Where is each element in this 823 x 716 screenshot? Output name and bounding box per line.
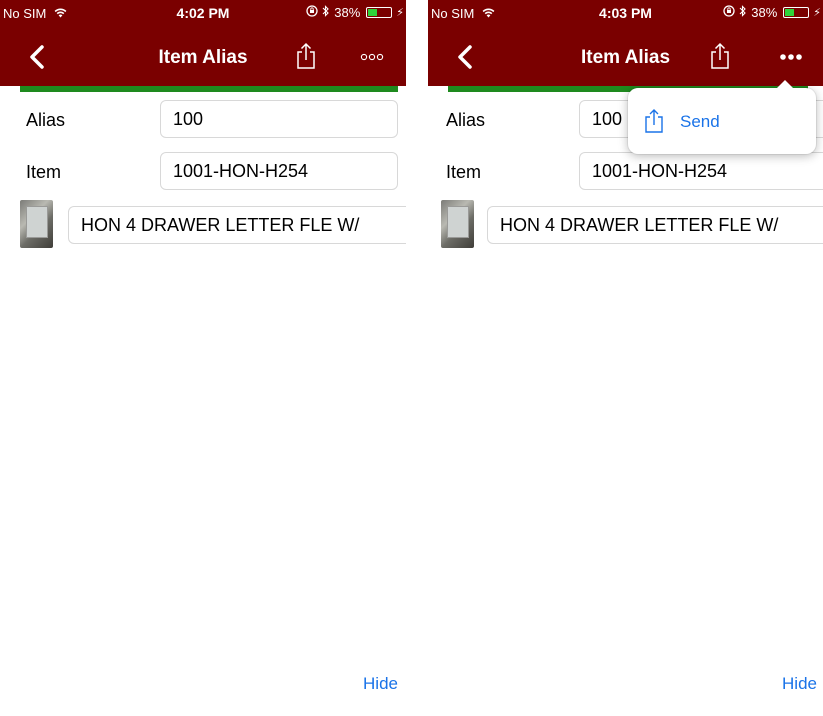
rotation-lock-icon [306, 5, 318, 20]
more-icon[interactable] [360, 50, 384, 64]
share-icon[interactable] [295, 42, 317, 70]
description-row: HON 4 DRAWER LETTER FLE W/ [428, 200, 823, 248]
navigation-bar: Item Alias [0, 28, 406, 86]
rotation-lock-icon [723, 5, 735, 20]
status-bar: No SIM 4:02 PM 38% ⚡ [0, 0, 406, 28]
battery-percent: 38% [751, 5, 778, 20]
charging-icon: ⚡ [396, 7, 404, 19]
more-icon[interactable] [779, 50, 803, 64]
battery-icon [366, 7, 393, 18]
item-label: Item [446, 162, 482, 182]
alias-label: Alias [26, 110, 66, 130]
bluetooth-icon [739, 5, 747, 20]
description-row: HON 4 DRAWER LETTER FLE W/ [0, 200, 406, 248]
battery-icon [783, 7, 810, 18]
description-field[interactable]: HON 4 DRAWER LETTER FLE W/ [487, 206, 823, 244]
item-input[interactable]: 1001-HON-H254 [160, 152, 398, 190]
item-thumbnail[interactable] [20, 200, 53, 248]
phone-screen-left: No SIM 4:02 PM 38% ⚡ Item Alias Alias 10… [0, 0, 406, 716]
status-bar: No SIM 4:03 PM 38% ⚡ [428, 0, 823, 28]
send-share-icon [644, 108, 664, 134]
item-thumbnail[interactable] [441, 200, 474, 248]
navigation-bar: Item Alias [428, 28, 823, 86]
description-field[interactable]: HON 4 DRAWER LETTER FLE W/ [68, 206, 406, 244]
alias-input[interactable]: 100 [160, 100, 398, 138]
send-label: Send [680, 112, 720, 131]
item-row: Item 1001-HON-H254 [0, 152, 406, 192]
page-title: Item Alias [580, 47, 671, 68]
item-input[interactable]: 1001-HON-H254 [579, 152, 823, 190]
share-icon[interactable] [709, 42, 731, 70]
charging-icon: ⚡ [813, 7, 821, 19]
hide-button[interactable]: Hide [363, 674, 398, 694]
item-label: Item [26, 162, 62, 182]
progress-bar [20, 86, 398, 92]
page-title: Item Alias [158, 47, 248, 68]
battery-percent: 38% [334, 5, 361, 20]
item-row: Item 1001-HON-H254 [428, 152, 823, 192]
screenshot-stage: No SIM 4:02 PM 38% ⚡ Item Alias Alias 10… [0, 0, 823, 716]
alias-row: Alias 100 [0, 100, 406, 140]
phone-screen-right: No SIM 4:03 PM 38% ⚡ Item Alias Alias 10… [428, 0, 823, 716]
share-popover: Send [628, 80, 816, 154]
bluetooth-icon [322, 5, 330, 20]
alias-label: Alias [446, 110, 486, 130]
hide-button[interactable]: Hide [782, 674, 817, 694]
send-menu-item[interactable]: Send [628, 88, 816, 154]
